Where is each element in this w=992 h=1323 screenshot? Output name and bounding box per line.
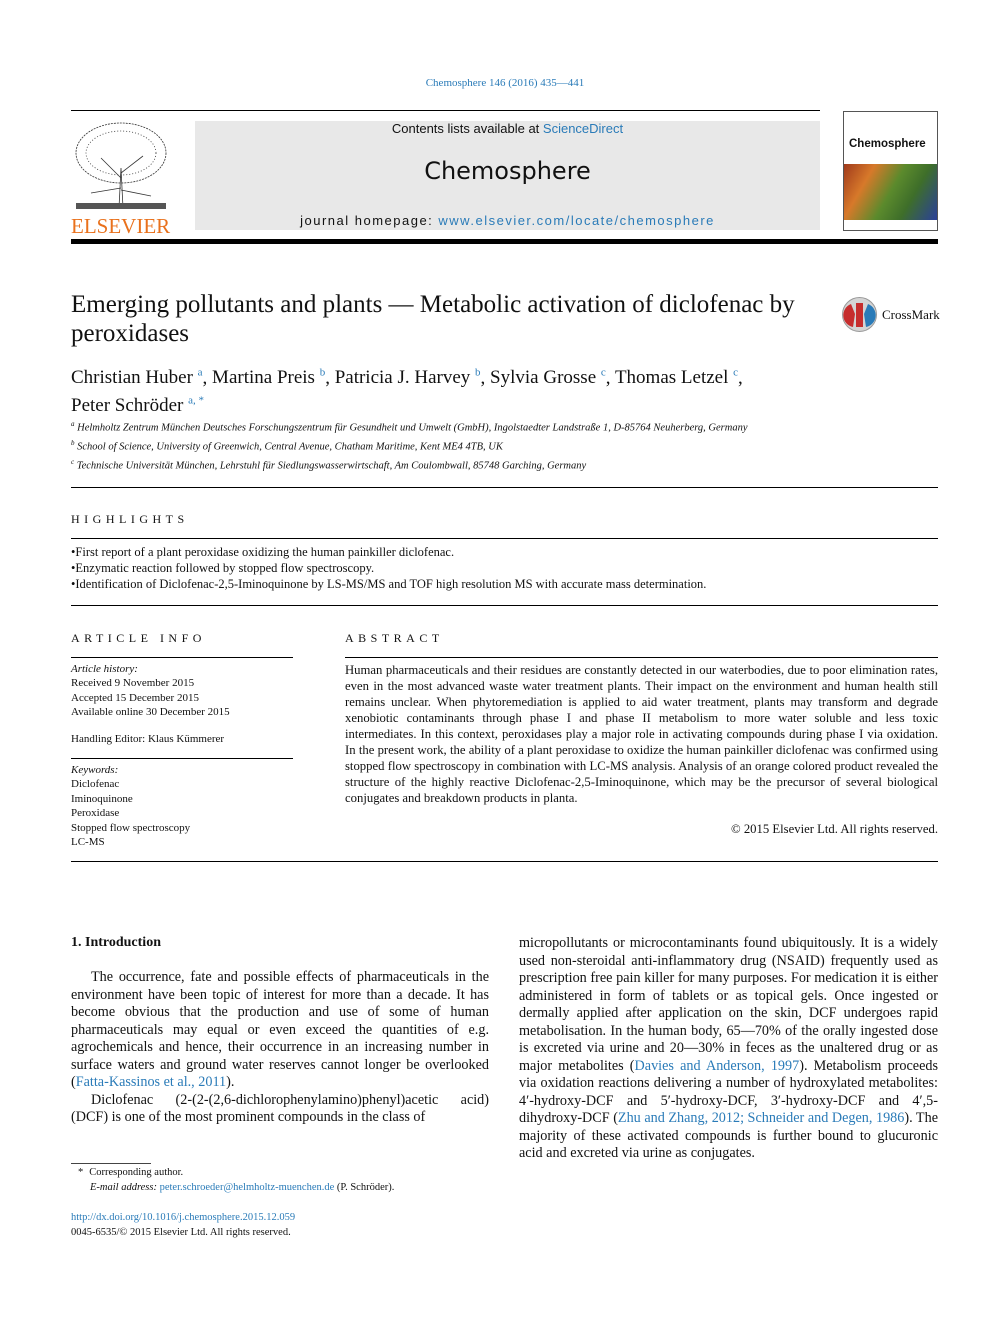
footnotes: * Corresponding author. E-mail address: p…	[78, 1165, 394, 1195]
keywords-label: Keywords:	[71, 764, 119, 776]
author[interactable]: Patricia J. Harvey b	[335, 367, 481, 388]
paragraph: Diclofenac (2-(2-(2,6-dichlorophenylamin…	[71, 1091, 489, 1126]
affiliations: a Helmholtz Zentrum München Deutsches Fo…	[71, 417, 811, 473]
corresponding-note: * Corresponding author.	[78, 1167, 184, 1178]
highlights-heading: HIGHLIGHTS	[71, 512, 189, 526]
author-name: Patricia J. Harvey	[334, 367, 471, 389]
citation-link[interactable]: Zhu and Zhang, 2012; Schneider and Degen…	[618, 1110, 904, 1126]
rule	[71, 861, 938, 862]
history-accepted: Accepted 15 December 2015	[71, 691, 199, 704]
footnote-rule	[71, 1163, 151, 1164]
author-affiliation-mark[interactable]: a, *	[188, 394, 204, 406]
journal-name: Chemosphere	[424, 157, 591, 185]
paragraph: micropollutants or microcontaminants fou…	[519, 935, 939, 1161]
header-thick-rule	[71, 239, 938, 244]
keywords: Keywords: Diclofenac Iminoquinone Peroxida…	[71, 763, 291, 849]
highlights-list: •First report of a plant peroxidase oxid…	[71, 544, 931, 592]
author[interactable]: Martina Preis b	[212, 367, 325, 388]
keyword: Diclofenac	[71, 778, 120, 791]
rule	[71, 605, 938, 606]
highlight-item: •First report of a plant peroxidase oxid…	[71, 545, 455, 559]
rule	[71, 538, 938, 539]
elsevier-tree-icon	[71, 118, 171, 210]
author-list: Christian Huber a, Martina Preis b, Patr…	[71, 367, 743, 416]
section-heading-introduction: 1. Introduction	[71, 935, 161, 950]
elsevier-wordmark: ELSEVIER	[71, 214, 171, 238]
sciencedirect-link[interactable]: ScienceDirect	[543, 121, 623, 136]
author-name: Christian Huber	[71, 367, 193, 389]
paragraph: The occurrence, fate and possible effect…	[71, 969, 489, 1090]
homepage-link[interactable]: www.elsevier.com/locate/chemosphere	[438, 213, 715, 228]
author[interactable]: Peter Schröder a, *	[71, 394, 204, 416]
homepage-line: journal homepage: www.elsevier.com/locat…	[300, 213, 715, 228]
author[interactable]: Sylvia Grosse c	[490, 367, 606, 388]
article-info-heading: ARTICLE INFO	[71, 631, 206, 645]
highlight-item: •Identification of Diclofenac-2,5-Iminoq…	[71, 577, 707, 591]
highlight-item: •Enzymatic reaction followed by stopped …	[71, 561, 375, 575]
author-name: Peter Schröder	[71, 394, 184, 416]
email-link[interactable]: peter.schroeder@helmholtz-muenchen.de	[160, 1182, 335, 1193]
author-name: Sylvia Grosse	[490, 367, 597, 389]
journal-cover: Chemosphere	[843, 111, 938, 231]
citation-link[interactable]: Fatta-Kassinos et al., 2011	[76, 1074, 226, 1090]
contents-line: Contents lists available at ScienceDirec…	[391, 121, 624, 136]
history-label: Article history:	[71, 663, 138, 675]
history-received: Received 9 November 2015	[71, 677, 195, 690]
issn-line: 0045-6535/© 2015 Elsevier Ltd. All right…	[71, 1227, 291, 1238]
paper-page: Chemosphere 146 (2016) 435—441 ELSEVIER …	[0, 0, 992, 1323]
top-rule	[71, 110, 820, 111]
doi-link[interactable]: http://dx.doi.org/10.1016/j.chemosphere.…	[71, 1212, 295, 1223]
left-column: The occurrence, fate and possible effect…	[71, 969, 489, 1127]
cover-image	[844, 164, 937, 220]
doi-block: http://dx.doi.org/10.1016/j.chemosphere.…	[71, 1210, 295, 1240]
keyword: LC-MS	[71, 836, 105, 849]
crossmark-button[interactable]: CrossMark	[841, 296, 940, 333]
article-info: Article history: Received 9 November 201…	[71, 662, 291, 746]
abstract-text: Human pharmaceuticals and their residues…	[345, 663, 938, 805]
affiliation: a Helmholtz Zentrum München Deutsches Fo…	[71, 420, 748, 434]
rule	[71, 487, 938, 488]
author[interactable]: Christian Huber a	[71, 367, 203, 388]
rule	[71, 657, 293, 658]
author[interactable]: Thomas Letzel c	[615, 367, 738, 388]
author-name: Thomas Letzel	[614, 367, 729, 389]
elsevier-logo: ELSEVIER	[71, 118, 171, 237]
affiliation: b School of Science, University of Green…	[71, 438, 503, 453]
article-title: Emerging pollutants and plants — Metabol…	[71, 291, 795, 347]
keyword: Stopped flow spectroscopy	[71, 821, 191, 834]
crossmark-icon	[842, 297, 877, 332]
affiliation: c Technische Universität München, Lehrst…	[71, 457, 587, 472]
right-column: micropollutants or microcontaminants fou…	[519, 935, 938, 1163]
cover-title: Chemosphere	[844, 112, 937, 164]
handling-editor: Handling Editor: Klaus Kümmerer	[71, 732, 225, 745]
author-name: Martina Preis	[212, 367, 315, 389]
history-online: Available online 30 December 2015	[71, 706, 230, 719]
rule	[345, 657, 938, 658]
citation-link[interactable]: Davies and Anderson, 1997	[635, 1058, 800, 1074]
journal-banner: Contents lists available at ScienceDirec…	[195, 121, 820, 230]
crossmark-label: CrossMark	[882, 306, 940, 322]
journal-reference-link[interactable]: Chemosphere 146 (2016) 435—441	[0, 77, 992, 89]
rule	[71, 758, 293, 759]
keyword: Peroxidase	[71, 807, 120, 820]
abstract-heading: ABSTRACT	[345, 631, 444, 645]
abstract-copyright: © 2015 Elsevier Ltd. All rights reserved…	[731, 822, 938, 836]
email-note: E-mail address: peter.schroeder@helmholt…	[90, 1182, 395, 1193]
keyword: Iminoquinone	[71, 792, 133, 805]
